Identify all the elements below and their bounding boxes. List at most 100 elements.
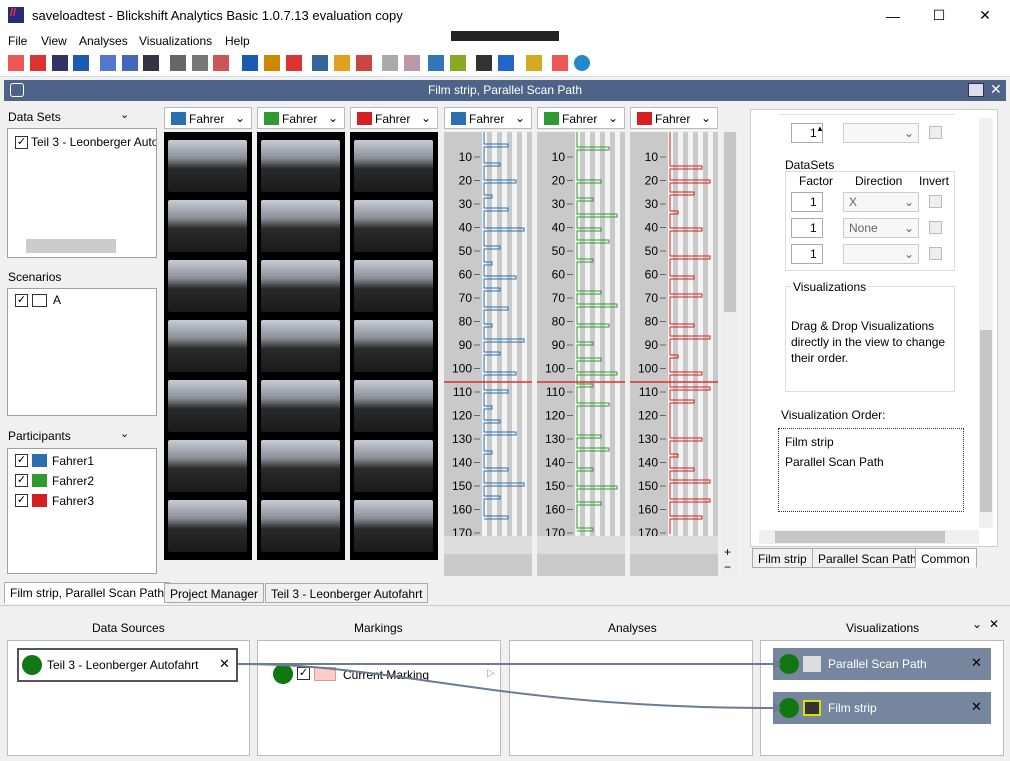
direction-select[interactable]: None ⌄: [843, 218, 919, 238]
video-frame[interactable]: [354, 500, 433, 552]
invert-checkbox[interactable]: [929, 195, 942, 208]
sum-icon[interactable]: [170, 55, 186, 71]
chevron-down-icon[interactable]: ⌄: [120, 427, 129, 440]
close-button[interactable]: ✕: [962, 0, 1008, 31]
chevron-down-icon[interactable]: ⌄: [328, 111, 338, 125]
scenario-checkbox[interactable]: ✓: [15, 294, 28, 307]
v-scrollbar-thumb[interactable]: [724, 132, 736, 312]
filter-icon[interactable]: [242, 55, 258, 71]
film-strip-column[interactable]: [350, 132, 438, 560]
factor-spin[interactable]: 1: [791, 244, 823, 264]
scanpath-alt-icon[interactable]: [404, 55, 420, 71]
scanpath-header[interactable]: Fahrer ⌄: [630, 107, 718, 129]
video-frame[interactable]: [168, 200, 247, 252]
video-frame[interactable]: [168, 500, 247, 552]
strip-header[interactable]: Fahrer ⌄: [164, 107, 252, 129]
factor-spin[interactable]: 1: [791, 218, 823, 238]
video-frame[interactable]: [261, 260, 340, 312]
participant-checkbox[interactable]: ✓: [15, 494, 28, 507]
video-frame[interactable]: [354, 200, 433, 252]
matrix-icon[interactable]: [450, 55, 466, 71]
eye-icon[interactable]: [574, 55, 590, 71]
scanpath-header[interactable]: Fahrer ⌄: [444, 107, 532, 129]
scanpath-header[interactable]: Fahrer ⌄: [537, 107, 625, 129]
video-frame[interactable]: [261, 140, 340, 192]
menu-help[interactable]: Help: [225, 34, 250, 48]
h-scrollbar[interactable]: [26, 239, 116, 253]
parallel-scanpath-chart[interactable]: 10 20 30 40 50 60 70 80 90 100 110 120 130 140 150 160 1…: [444, 132, 720, 576]
video-frame[interactable]: [354, 260, 433, 312]
video-frame[interactable]: [261, 500, 340, 552]
sequence-red-icon[interactable]: [286, 55, 302, 71]
chevron-down-icon[interactable]: ⌄: [701, 111, 711, 125]
strip-header[interactable]: Fahrer ⌄: [350, 107, 438, 129]
compare-icon[interactable]: [100, 55, 116, 71]
order-item[interactable]: Film strip: [785, 435, 834, 449]
tab-parallel-scan-path[interactable]: Parallel Scan Path: [812, 548, 923, 568]
video-frame[interactable]: [168, 320, 247, 372]
dataset-checkbox[interactable]: ✓: [15, 136, 28, 149]
settings-v-scrollbar[interactable]: [979, 118, 993, 528]
chevron-down-icon[interactable]: ⌄: [235, 111, 245, 125]
zoom-out-icon[interactable]: −: [724, 560, 731, 574]
visualization-order-list[interactable]: Film strip Parallel Scan Path: [778, 428, 964, 512]
parallel-icon[interactable]: [356, 55, 372, 71]
cluster-icon[interactable]: [312, 55, 328, 71]
sequence-icon[interactable]: [264, 55, 280, 71]
menu-file[interactable]: File: [8, 34, 27, 48]
scenario-label[interactable]: A: [53, 293, 61, 307]
maximize-button[interactable]: ☐: [916, 0, 962, 31]
network-icon[interactable]: [552, 55, 568, 71]
film-strip-area[interactable]: [164, 132, 440, 560]
participant-label[interactable]: Fahrer2: [52, 474, 94, 488]
zoom-in-icon[interactable]: +: [724, 545, 731, 559]
chart-icon[interactable]: [526, 55, 542, 71]
query-icon[interactable]: [122, 55, 138, 71]
tab-film-strip[interactable]: Film strip: [752, 548, 813, 568]
video-frame[interactable]: [168, 140, 247, 192]
chevron-down-icon[interactable]: ⌄: [421, 111, 431, 125]
menu-view[interactable]: View: [41, 34, 67, 48]
video-frame[interactable]: [354, 380, 433, 432]
invert-checkbox[interactable]: [929, 126, 942, 139]
video-frame[interactable]: [261, 440, 340, 492]
participant-checkbox[interactable]: ✓: [15, 454, 28, 467]
menu-analyses[interactable]: Analyses: [79, 34, 128, 48]
statistics-icon[interactable]: [192, 55, 208, 71]
direction-select[interactable]: ⌄: [843, 123, 919, 143]
scanpath-icon[interactable]: [382, 55, 398, 71]
tab-common[interactable]: Common: [915, 548, 977, 568]
chevron-down-icon[interactable]: ⌄: [120, 108, 129, 121]
bars-icon[interactable]: [334, 55, 350, 71]
direction-select[interactable]: ⌄: [843, 244, 919, 264]
film-strip-column[interactable]: [257, 132, 345, 560]
video-frame[interactable]: [354, 140, 433, 192]
direction-select[interactable]: X ⌄: [843, 192, 919, 212]
video-frame[interactable]: [354, 320, 433, 372]
video-frame[interactable]: [168, 440, 247, 492]
not-equal-icon[interactable]: [143, 55, 159, 71]
menu-visualizations[interactable]: Visualizations: [139, 34, 212, 48]
chevron-down-icon[interactable]: ⌄: [515, 111, 525, 125]
chevron-down-icon[interactable]: ⌄: [608, 111, 618, 125]
invert-checkbox[interactable]: [929, 247, 942, 260]
drag-handle[interactable]: [451, 31, 559, 41]
panel-menu-icon[interactable]: [968, 83, 984, 97]
video-frame[interactable]: [261, 200, 340, 252]
save-icon[interactable]: [73, 55, 89, 71]
participant-label[interactable]: Fahrer3: [52, 494, 94, 508]
participant-checkbox[interactable]: ✓: [15, 474, 28, 487]
open-folder-icon[interactable]: [30, 55, 46, 71]
video-frame[interactable]: [354, 440, 433, 492]
minimize-button[interactable]: —: [870, 0, 916, 31]
video-frame[interactable]: [168, 380, 247, 432]
new-project-icon[interactable]: [8, 55, 24, 71]
spin-input[interactable]: 1 ▲: [791, 123, 824, 143]
table-icon[interactable]: [428, 55, 444, 71]
participant-label[interactable]: Fahrer1: [52, 454, 94, 468]
video-frame[interactable]: [168, 260, 247, 312]
dataset-label[interactable]: Teil 3 - Leonberger Autofahrt: [31, 135, 156, 149]
settings-h-scrollbar[interactable]: [759, 530, 979, 544]
factor-spin[interactable]: 1: [791, 192, 823, 212]
image-icon[interactable]: [498, 55, 514, 71]
